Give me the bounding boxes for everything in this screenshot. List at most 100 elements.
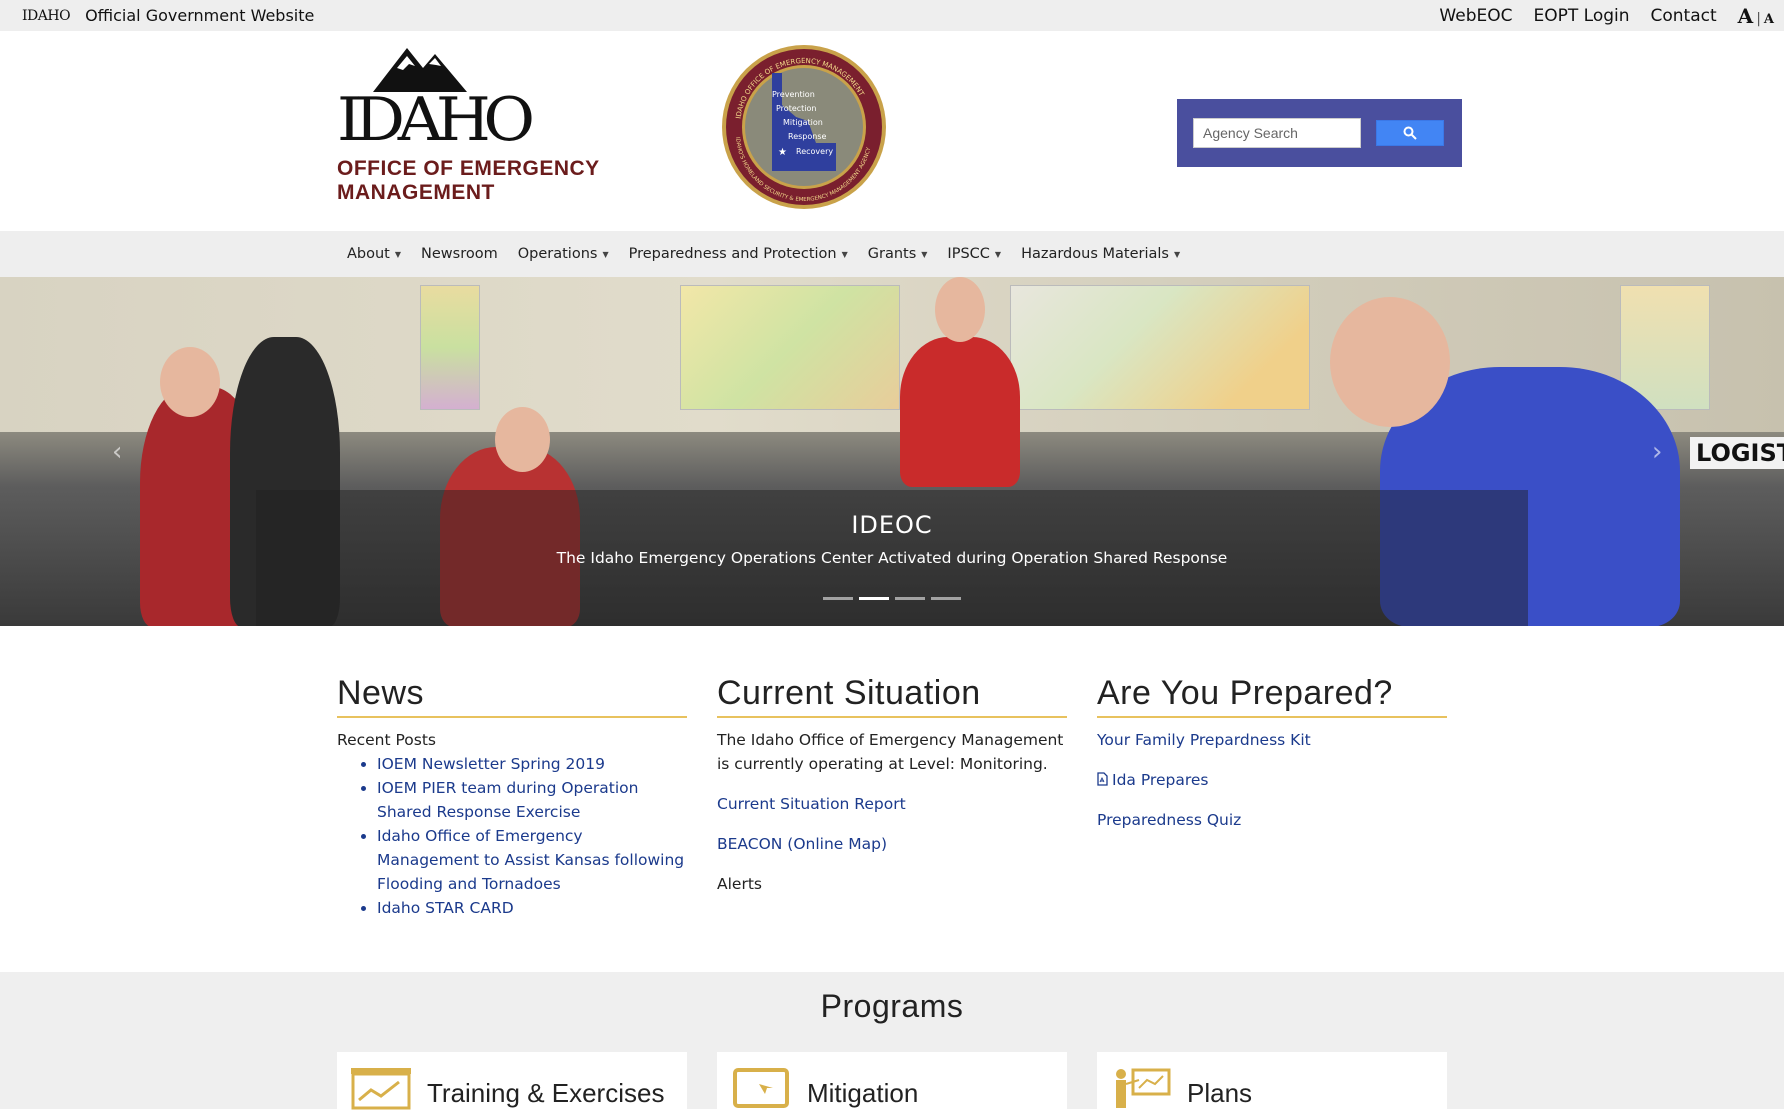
- photo-person-head: [1330, 297, 1450, 427]
- news-post-link[interactable]: IOEM Newsletter Spring 2019: [377, 752, 687, 776]
- photo-person-head: [935, 277, 985, 342]
- font-size-toggle: A | A: [1738, 4, 1774, 28]
- seal-line-5: Recovery: [796, 147, 833, 156]
- situation-heading: Current Situation: [717, 672, 1067, 718]
- nav-item-about[interactable]: About ▼: [347, 246, 401, 262]
- carousel-indicator-2[interactable]: [859, 597, 889, 600]
- programs-section: Programs Training & Exercises Mitigation…: [0, 972, 1784, 1110]
- photo-person: [900, 337, 1020, 487]
- wall-map: [680, 285, 900, 410]
- recent-posts-list: IOEM Newsletter Spring 2019 IOEM PIER te…: [377, 752, 687, 920]
- situation-report-link[interactable]: Current Situation Report: [717, 792, 1067, 816]
- nav-item-label: Newsroom: [421, 246, 498, 262]
- prepared-section: Are You Prepared? Your Family Prepardnes…: [1097, 672, 1447, 832]
- agency-seal: IDAHO OFFICE OF EMERGENCY MANAGEMENT IDA…: [720, 43, 888, 211]
- list-item: IOEM Newsletter Spring 2019: [377, 752, 687, 776]
- programs-heading: Programs: [820, 988, 964, 1024]
- brand-wordmark: IDAHO: [337, 85, 535, 155]
- carousel-indicator-3[interactable]: [895, 597, 925, 600]
- caret-down-icon: ▼: [394, 249, 402, 259]
- pdf-file-icon: [1097, 772, 1108, 786]
- nav-item-grants[interactable]: Grants ▼: [868, 246, 928, 262]
- program-card-label: Plans: [1187, 1078, 1253, 1108]
- carousel-prev-arrow-icon[interactable]: ‹: [112, 437, 122, 467]
- list-item: IOEM PIER team during Operation Shared R…: [377, 776, 687, 824]
- seal-line-4: Response: [788, 132, 827, 141]
- top-bar: IDAHO Official Government Website WebEOC…: [0, 0, 1784, 31]
- wall-map: [420, 285, 480, 410]
- news-post-link[interactable]: IOEM PIER team during Operation Shared R…: [377, 776, 687, 824]
- brand-subtitle-line-1: OFFICE OF EMERGENCY: [337, 157, 600, 180]
- seal-line-1: Prevention: [772, 90, 815, 99]
- seal-star-icon: ★: [778, 147, 787, 158]
- search-button[interactable]: [1376, 120, 1444, 146]
- program-card-training[interactable]: Training & Exercises: [337, 1052, 687, 1110]
- ida-prepares-label: Ida Prepares: [1112, 771, 1209, 789]
- beacon-map-link[interactable]: BEACON (Online Map): [717, 832, 1067, 856]
- nav-item-preparedness[interactable]: Preparedness and Protection ▼: [629, 246, 848, 262]
- nav-item-label: IPSCC: [947, 246, 990, 262]
- nav-item-operations[interactable]: Operations ▼: [518, 246, 609, 262]
- program-card-plans[interactable]: Plans: [1097, 1052, 1447, 1109]
- increase-font-button[interactable]: A: [1738, 4, 1754, 28]
- news-section: News Recent Posts IOEM Newsletter Spring…: [337, 672, 687, 920]
- nav-item-label: Operations: [517, 246, 598, 262]
- caret-down-icon: ▼: [841, 249, 848, 259]
- caret-down-icon: ▼: [1173, 249, 1181, 259]
- preparedness-quiz-link[interactable]: Preparedness Quiz: [1097, 808, 1447, 832]
- monitor-icon: [733, 1068, 789, 1108]
- seal-line-3: Mitigation: [783, 118, 823, 127]
- search-icon: [1403, 126, 1417, 140]
- family-kit-link[interactable]: Your Family Prepardness Kit: [1097, 728, 1447, 752]
- nav-item-hazardous-materials[interactable]: Hazardous Materials ▼: [1021, 246, 1180, 262]
- vest-label: LOGISTI: [1690, 437, 1784, 469]
- photo-person-head: [160, 347, 220, 417]
- nav-item-label: Hazardous Materials: [1021, 246, 1169, 262]
- hero-subtitle: The Idaho Emergency Operations Center Ac…: [556, 549, 1228, 567]
- brand-subtitle: OFFICE OF EMERGENCY MANAGEMENT: [337, 157, 600, 205]
- chart-board-icon: [351, 1068, 411, 1110]
- wall-map: [1010, 285, 1310, 410]
- font-toggle-separator: |: [1756, 10, 1761, 27]
- prepared-heading: Are You Prepared?: [1097, 672, 1447, 718]
- recent-posts-label: Recent Posts: [337, 731, 437, 749]
- news-post-link[interactable]: Idaho Office of Emergency Management to …: [377, 824, 687, 896]
- nav-item-ipscc[interactable]: IPSCC ▼: [947, 246, 1001, 262]
- photo-person-head: [495, 407, 550, 472]
- program-card-label: Training & Exercises: [427, 1078, 665, 1108]
- presenter-icon: [1116, 1068, 1171, 1108]
- carousel-indicators: [823, 597, 967, 600]
- official-website-label: Official Government Website: [85, 6, 315, 25]
- caret-down-icon: ▼: [602, 249, 609, 259]
- agency-search-form: [1177, 99, 1462, 167]
- caret-down-icon: ▼: [921, 249, 928, 259]
- news-post-link[interactable]: Idaho STAR CARD: [377, 896, 687, 920]
- decrease-font-button[interactable]: A: [1764, 12, 1774, 27]
- carousel-indicator-4[interactable]: [931, 597, 961, 600]
- news-heading: News: [337, 672, 687, 718]
- hero-carousel[interactable]: LOGISTI IDEOC The Idaho Emergency Operat…: [0, 277, 1784, 626]
- eopt-login-link[interactable]: EOPT Login: [1533, 6, 1629, 26]
- current-situation-section: Current Situation The Idaho Office of Em…: [717, 672, 1067, 896]
- list-item: Idaho STAR CARD: [377, 896, 687, 920]
- list-item: Idaho Office of Emergency Management to …: [377, 824, 687, 896]
- nav-item-label: Grants: [867, 246, 917, 262]
- nav-item-label: About: [347, 246, 390, 262]
- seal-line-2: Protection: [776, 104, 816, 113]
- brand-subtitle-line-2: MANAGEMENT: [337, 181, 495, 204]
- carousel-indicator-1[interactable]: [823, 597, 853, 600]
- webeoc-link[interactable]: WebEOC: [1439, 6, 1512, 26]
- idaho-gov-logo[interactable]: IDAHO: [22, 8, 71, 24]
- alerts-label: Alerts: [717, 875, 762, 893]
- top-links: WebEOC EOPT Login Contact A | A: [1439, 0, 1784, 31]
- hero-title: IDEOC: [851, 511, 933, 539]
- nav-item-newsroom[interactable]: Newsroom: [421, 246, 498, 262]
- ida-prepares-link[interactable]: Ida Prepares: [1097, 768, 1447, 792]
- program-card-mitigation[interactable]: Mitigation: [717, 1052, 1067, 1109]
- ioem-logo[interactable]: IDAHO OFFICE OF EMERGENCY MANAGEMENT: [337, 44, 617, 209]
- carousel-next-arrow-icon[interactable]: ›: [1652, 437, 1662, 467]
- agency-search-input[interactable]: [1193, 118, 1361, 148]
- contact-link[interactable]: Contact: [1651, 6, 1717, 26]
- nav-item-label: Preparedness and Protection: [628, 246, 837, 262]
- situation-text: The Idaho Office of Emergency Management…: [717, 731, 1064, 773]
